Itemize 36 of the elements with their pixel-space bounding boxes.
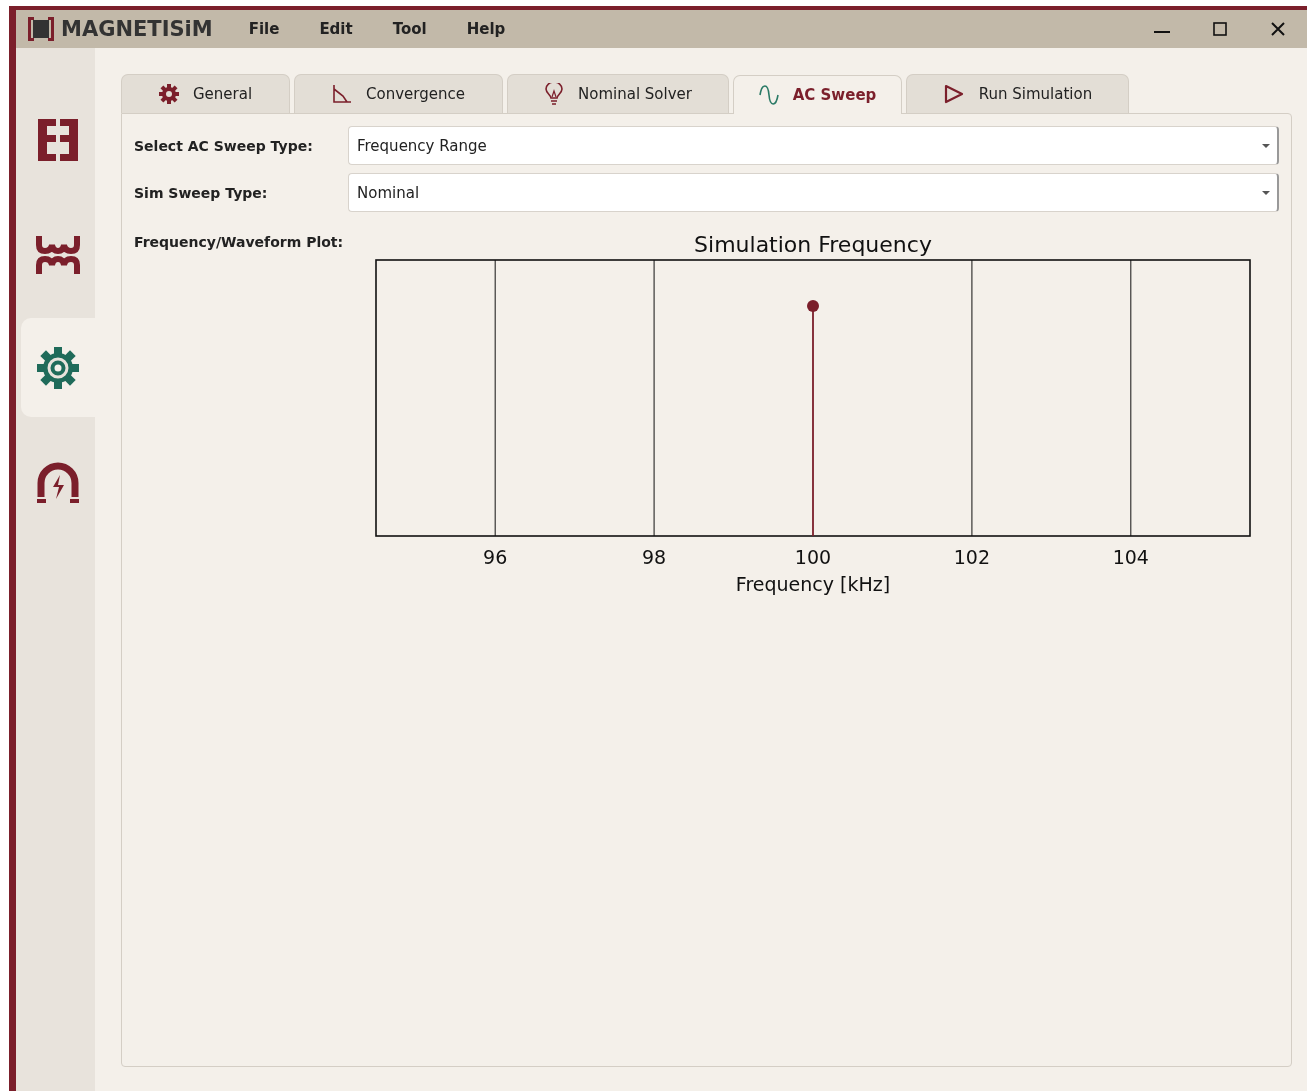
close-icon xyxy=(1269,20,1287,38)
axis-tick-label: 100 xyxy=(794,546,832,568)
menu-item[interactable]: Edit xyxy=(305,20,367,38)
menu-item[interactable]: Help xyxy=(452,20,520,38)
chart-title: Simulation Frequency xyxy=(694,232,932,257)
sine-wave-icon xyxy=(758,85,779,105)
gear-icon xyxy=(36,345,80,390)
app-logo-text: MAGNETISiM xyxy=(61,17,213,41)
axis-tick-label: 98 xyxy=(642,546,667,568)
bulb-icon xyxy=(544,83,564,105)
tab[interactable]: Convergence xyxy=(294,74,503,113)
play-icon xyxy=(942,84,965,104)
curve-chart-icon xyxy=(332,84,353,104)
tab[interactable]: Nominal Solver xyxy=(507,74,729,113)
axis-tick-label: 104 xyxy=(1112,546,1149,568)
dropdown[interactable]: Nominal xyxy=(348,173,1279,212)
tab[interactable]: AC Sweep xyxy=(733,75,902,114)
tab[interactable]: Run Simulation xyxy=(906,74,1129,113)
dropdown-arrow-icon xyxy=(1261,189,1271,196)
minimize-icon xyxy=(1154,31,1170,33)
axis-title: Frequency [kHz] xyxy=(735,573,891,595)
field-label: Select AC Sweep Type: xyxy=(134,137,314,154)
axis-tick-label: 102 xyxy=(953,546,991,568)
sidebar-item[interactable] xyxy=(21,318,95,417)
dropdown-arrow-icon xyxy=(1261,142,1271,149)
dropdown[interactable]: Frequency Range xyxy=(348,126,1279,165)
tab[interactable]: General xyxy=(121,74,290,113)
field-label: Frequency/Waveform Plot: xyxy=(134,233,345,250)
gear-icon xyxy=(158,84,179,104)
menu-item[interactable]: File xyxy=(234,20,294,38)
logo-icon xyxy=(26,15,56,43)
maximize-icon xyxy=(1211,20,1229,38)
core-icon xyxy=(36,116,80,163)
field-label: Sim Sweep Type: xyxy=(134,184,269,201)
menu-item[interactable]: Tool xyxy=(378,20,441,38)
axis-tick-label: 96 xyxy=(483,546,508,568)
